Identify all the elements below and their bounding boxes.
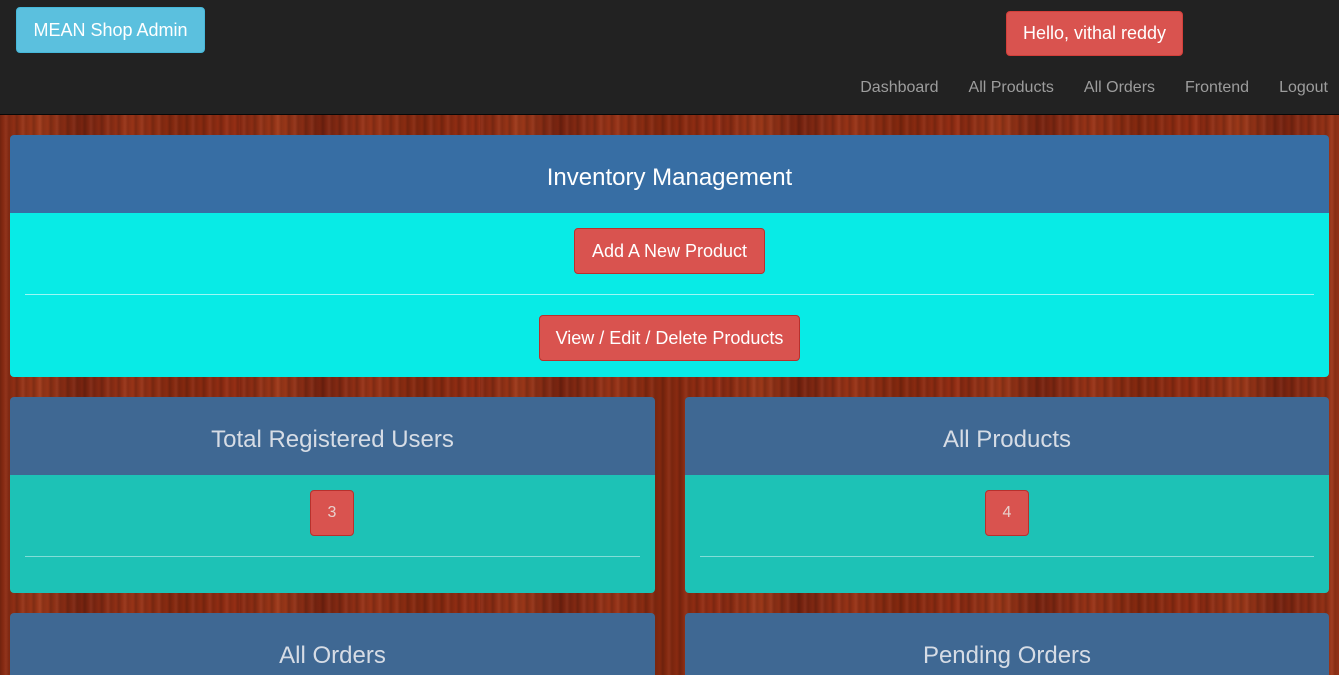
registered-users-body: 3: [10, 475, 655, 593]
users-count-badge[interactable]: 3: [310, 490, 354, 536]
registered-users-panel: Total Registered Users 3: [10, 397, 655, 593]
nav-link-all-orders[interactable]: All Orders: [1064, 72, 1165, 106]
nav-link-logout[interactable]: Logout: [1259, 72, 1339, 106]
all-orders-panel: All Orders: [10, 613, 655, 675]
inventory-panel-body: Add A New Product View / Edit / Delete P…: [10, 213, 1329, 377]
divider: [25, 294, 1314, 295]
brand-button[interactable]: MEAN Shop Admin: [16, 7, 205, 53]
nav-link-frontend[interactable]: Frontend: [1165, 72, 1259, 106]
nav-link-all-products[interactable]: All Products: [949, 72, 1064, 106]
top-navbar: MEAN Shop Admin Hello, vithal reddy Dash…: [0, 0, 1339, 115]
divider: [700, 556, 1314, 557]
view-edit-delete-products-button[interactable]: View / Edit / Delete Products: [539, 315, 800, 361]
all-products-body: 4: [685, 475, 1329, 593]
user-greeting-button[interactable]: Hello, vithal reddy: [1006, 11, 1183, 56]
products-count-badge[interactable]: 4: [985, 490, 1029, 536]
all-products-panel: All Products 4: [685, 397, 1329, 593]
inventory-panel-title: Inventory Management: [10, 135, 1329, 213]
pending-orders-title: Pending Orders: [685, 613, 1329, 675]
all-products-title: All Products: [685, 397, 1329, 475]
inventory-panel: Inventory Management Add A New Product V…: [10, 135, 1329, 377]
all-orders-title: All Orders: [10, 613, 655, 675]
pending-orders-panel: Pending Orders: [685, 613, 1329, 675]
registered-users-title: Total Registered Users: [10, 397, 655, 475]
nav-links: Dashboard All Products All Orders Fronte…: [840, 72, 1339, 106]
nav-link-dashboard[interactable]: Dashboard: [840, 72, 948, 106]
add-product-button[interactable]: Add A New Product: [574, 228, 765, 274]
divider: [25, 556, 640, 557]
